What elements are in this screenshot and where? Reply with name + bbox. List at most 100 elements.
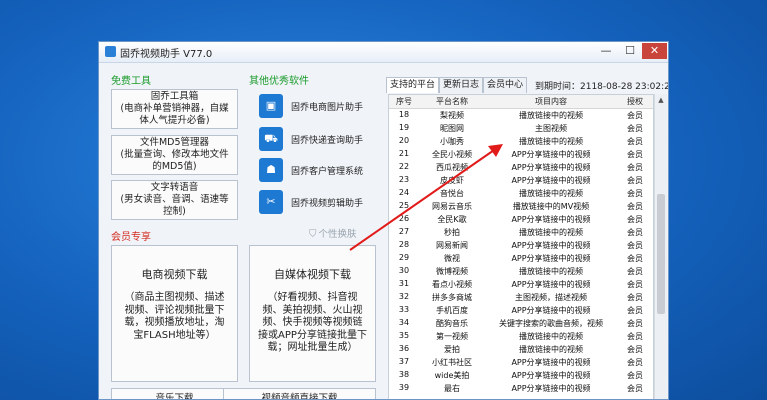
header-auth: 授权 (627, 97, 643, 106)
table-row[interactable]: 31 看点小视频 APP分享链接中的视频 会员 (389, 278, 653, 291)
table-row[interactable]: 19 昵图网 主图视频 会员 (389, 122, 653, 135)
scroll-up-icon[interactable]: ▲ (655, 94, 667, 106)
ecommerce-video-desc: （商品主图视频、描述 视频、评论视频批量下 载，视频播放地址，淘 宝FLASH地… (124, 292, 225, 341)
table-row[interactable]: 38 wide美拍 APP分享链接中的视频 会员 (389, 369, 653, 382)
table-row[interactable]: 34 酷狗音乐 关键字搜索的歌曲音频，视频 会员 (389, 317, 653, 330)
row-index: 25 (398, 201, 410, 210)
users-icon: ☗ (259, 158, 283, 182)
row-index: 24 (398, 188, 410, 197)
table-row[interactable]: 25 网易云音乐 播放链接中的MV视频 会员 (389, 200, 653, 213)
window-title: 固乔视频助手 V77.0 (120, 49, 213, 60)
row-auth: 会员 (627, 332, 643, 341)
row-platform: 第一视频 (436, 332, 468, 341)
row-content: 播放链接中的视频 (519, 345, 583, 354)
toolbox-button[interactable]: 固乔工具箱 (电商补单营销神器，自媒 体人气提升必备) (111, 89, 238, 129)
row-index: 38 (398, 370, 410, 379)
table-row[interactable]: 36 爱拍 播放链接中的视频 会员 (389, 343, 653, 356)
row-auth: 会员 (627, 137, 643, 146)
row-platform: 微视 (444, 254, 460, 263)
media-video-title: 自媒体视频下载 (274, 268, 351, 281)
row-auth: 会员 (627, 371, 643, 380)
music-download-button[interactable]: 音乐下载 (111, 388, 238, 399)
table-row[interactable]: 26 全民K歌 APP分享链接中的视频 会员 (389, 213, 653, 226)
row-content: 主图视频，描述视频 (515, 293, 587, 302)
other-item-express-helper[interactable]: ⛟ 固乔快递查询助手 (259, 127, 373, 153)
row-content: APP分享链接中的视频 (511, 254, 591, 263)
table-row[interactable]: 32 拼多多商城 主图视频，描述视频 会员 (389, 291, 653, 304)
table-row[interactable]: 24 音悦台 播放链接中的视频 会员 (389, 187, 653, 200)
table-row[interactable]: 21 全民小视频 APP分享链接中的视频 会员 (389, 148, 653, 161)
minimize-button[interactable]: — (594, 43, 618, 59)
row-index: 21 (398, 149, 410, 158)
app-icon (105, 46, 116, 57)
row-content: 播放链接中的视频 (519, 332, 583, 341)
row-auth: 会员 (627, 358, 643, 367)
change-skin-link[interactable]: ⛉ 个性换肤 (309, 226, 357, 240)
row-platform: 秒拍 (444, 228, 460, 237)
row-auth: 会员 (627, 150, 643, 159)
row-content: 播放链接中的视频 (519, 189, 583, 198)
table-row[interactable]: 39 最右 APP分享链接中的视频 会员 (389, 382, 653, 395)
row-platform: 梨视频 (440, 111, 464, 120)
row-auth: 会员 (627, 267, 643, 276)
table-header: 序号 平台名称 项目内容 授权 (389, 95, 653, 109)
tab-member-center[interactable]: 会员中心 (483, 77, 528, 93)
row-index: 26 (398, 214, 410, 223)
row-auth: 会员 (627, 163, 643, 172)
table-row[interactable]: 22 西瓜视频 APP分享链接中的视频 会员 (389, 161, 653, 174)
row-auth: 会员 (627, 215, 643, 224)
row-auth: 会员 (627, 176, 643, 185)
scroll-thumb[interactable] (657, 194, 665, 314)
text-to-speech-button[interactable]: 文字转语音 (男女读音、音调、语速等 控制) (111, 180, 238, 220)
row-index: 27 (398, 227, 410, 236)
header-index: 序号 (396, 97, 412, 106)
row-platform: 音悦台 (440, 189, 464, 198)
row-auth: 会员 (627, 306, 643, 315)
row-index: 28 (398, 240, 410, 249)
table-scrollbar[interactable]: ▲ (654, 94, 667, 399)
table-row[interactable]: 18 梨视频 播放链接中的视频 会员 (389, 109, 653, 122)
table-row[interactable]: 29 微视 APP分享链接中的视频 会员 (389, 252, 653, 265)
table-row[interactable]: 35 第一视频 播放链接中的视频 会员 (389, 330, 653, 343)
row-platform: 最右 (444, 384, 460, 393)
md5-manager-button[interactable]: 文件MD5管理器 (批量查询、修改本地文件 的MD5值) (111, 135, 238, 175)
table-row[interactable]: 37 小红书社区 APP分享链接中的视频 会员 (389, 356, 653, 369)
row-platform: 看点小视频 (432, 280, 472, 289)
tab-platforms[interactable]: 支持的平台 (386, 77, 440, 93)
row-content: APP分享链接中的视频 (511, 358, 591, 367)
other-item-image-helper[interactable]: ▣ 固乔电商图片助手 (259, 94, 373, 120)
other-item-video-editor[interactable]: ✂ 固乔视频剪辑助手 (259, 190, 373, 216)
table-row[interactable]: 30 微博视频 播放链接中的视频 会员 (389, 265, 653, 278)
row-auth: 会员 (627, 228, 643, 237)
row-platform: 酷狗音乐 (436, 319, 468, 328)
row-content: 播放链接中的视频 (519, 111, 583, 120)
table-row[interactable]: 23 皮皮虾 APP分享链接中的视频 会员 (389, 174, 653, 187)
row-auth: 会员 (627, 202, 643, 211)
row-index: 23 (398, 175, 410, 184)
row-index: 22 (398, 162, 410, 171)
row-platform: 全民K歌 (437, 215, 467, 224)
image-icon: ▣ (259, 94, 283, 118)
other-item-label: 固乔客户管理系统 (291, 167, 364, 177)
free-tools-title: 免费工具 (111, 76, 151, 87)
expire-time: 到期时间：2118-08-28 23:02:29 (535, 82, 669, 92)
row-auth: 会员 (627, 111, 643, 120)
row-platform: 拼多多商城 (432, 293, 472, 302)
ecommerce-video-download-button[interactable]: 电商视频下载 （商品主图视频、描述 视频、评论视频批量下 载，视频播放地址，淘 … (111, 245, 238, 382)
direct-download-button[interactable]: 视频音频直接下载 (223, 388, 376, 399)
row-content: 关键字搜索的歌曲音频，视频 (499, 319, 603, 328)
tab-changelog[interactable]: 更新日志 (439, 77, 484, 93)
row-content: APP分享链接中的视频 (511, 215, 591, 224)
row-index: 30 (398, 266, 410, 275)
row-content: APP分享链接中的视频 (511, 176, 591, 185)
table-row[interactable]: 33 手机百度 APP分享链接中的视频 会员 (389, 304, 653, 317)
other-item-crm[interactable]: ☗ 固乔客户管理系统 (259, 158, 373, 184)
media-video-download-button[interactable]: 自媒体视频下载 （好看视频、抖音视 频、美拍视频、火山视 频、快手视频等视频链 … (249, 245, 376, 382)
row-platform: 微博视频 (436, 267, 468, 276)
row-index: 36 (398, 344, 410, 353)
table-row[interactable]: 27 秒拍 播放链接中的视频 会员 (389, 226, 653, 239)
maximize-button[interactable]: ☐ (618, 43, 642, 59)
table-row[interactable]: 20 小咖秀 播放链接中的视频 会员 (389, 135, 653, 148)
table-row[interactable]: 28 网易新闻 APP分享链接中的视频 会员 (389, 239, 653, 252)
close-button[interactable]: ✕ (642, 43, 667, 59)
